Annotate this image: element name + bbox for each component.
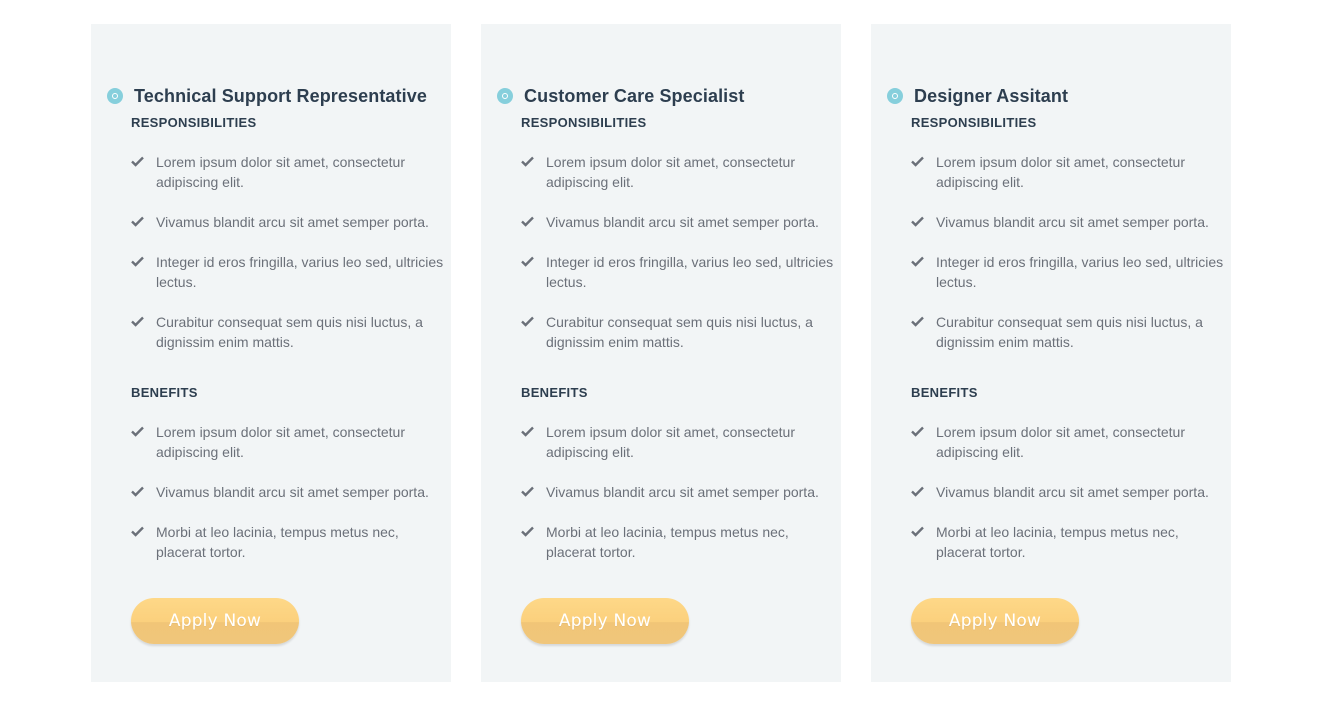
list-item: Integer id eros fringilla, varius leo se… [911, 252, 1229, 292]
apply-now-button[interactable]: Apply Now [911, 598, 1079, 644]
list-item: Curabitur consequat sem quis nisi luctus… [911, 312, 1229, 352]
list-item: Morbi at leo lacinia, tempus metus nec, … [521, 522, 839, 562]
job-listings: Technical Support Representative RESPONS… [0, 0, 1332, 714]
job-card-header: Designer Assitant [887, 84, 1068, 108]
benefits-list: Lorem ipsum dolor sit amet, consectetur … [521, 422, 839, 582]
list-item-text: Morbi at leo lacinia, tempus metus nec, … [156, 524, 399, 560]
job-card: Customer Care Specialist RESPONSIBILITIE… [481, 24, 841, 682]
job-card-header: Technical Support Representative [107, 84, 427, 108]
list-item-text: Vivamus blandit arcu sit amet semper por… [546, 484, 819, 500]
job-title: Customer Care Specialist [524, 85, 745, 106]
list-item: Integer id eros fringilla, varius leo se… [521, 252, 839, 292]
checkmark-icon [131, 426, 144, 437]
responsibilities-heading: RESPONSIBILITIES [521, 115, 647, 130]
checkmark-icon [911, 526, 924, 537]
job-card: Technical Support Representative RESPONS… [91, 24, 451, 682]
job-card-header: Customer Care Specialist [497, 84, 744, 108]
list-item-text: Lorem ipsum dolor sit amet, consectetur … [936, 424, 1185, 460]
circle-bullet-icon [497, 88, 513, 104]
checkmark-icon [911, 426, 924, 437]
list-item: Vivamus blandit arcu sit amet semper por… [911, 212, 1229, 232]
circle-bullet-icon [887, 88, 903, 104]
responsibilities-list: Lorem ipsum dolor sit amet, consectetur … [911, 152, 1229, 372]
benefits-heading: BENEFITS [131, 385, 198, 400]
list-item-text: Lorem ipsum dolor sit amet, consectetur … [936, 154, 1185, 190]
list-item: Lorem ipsum dolor sit amet, consectetur … [521, 152, 839, 192]
list-item-text: Vivamus blandit arcu sit amet semper por… [546, 214, 819, 230]
list-item-text: Vivamus blandit arcu sit amet semper por… [936, 484, 1209, 500]
checkmark-icon [521, 486, 534, 497]
responsibilities-list: Lorem ipsum dolor sit amet, consectetur … [131, 152, 449, 372]
checkmark-icon [911, 156, 924, 167]
responsibilities-heading: RESPONSIBILITIES [911, 115, 1037, 130]
list-item-text: Vivamus blandit arcu sit amet semper por… [156, 484, 429, 500]
list-item: Lorem ipsum dolor sit amet, consectetur … [521, 422, 839, 462]
checkmark-icon [911, 486, 924, 497]
benefits-list: Lorem ipsum dolor sit amet, consectetur … [131, 422, 449, 582]
job-title: Technical Support Representative [134, 85, 427, 106]
list-item: Vivamus blandit arcu sit amet semper por… [911, 482, 1229, 502]
list-item: Curabitur consequat sem quis nisi luctus… [131, 312, 449, 352]
list-item-text: Vivamus blandit arcu sit amet semper por… [936, 214, 1209, 230]
list-item: Vivamus blandit arcu sit amet semper por… [521, 482, 839, 502]
list-item-text: Lorem ipsum dolor sit amet, consectetur … [156, 424, 405, 460]
list-item: Lorem ipsum dolor sit amet, consectetur … [911, 422, 1229, 462]
job-title: Designer Assitant [914, 85, 1069, 106]
list-item: Lorem ipsum dolor sit amet, consectetur … [131, 152, 449, 192]
checkmark-icon [911, 256, 924, 267]
checkmark-icon [131, 156, 144, 167]
checkmark-icon [521, 316, 534, 327]
list-item-text: Integer id eros fringilla, varius leo se… [156, 254, 444, 290]
list-item-text: Morbi at leo lacinia, tempus metus nec, … [936, 524, 1179, 560]
list-item: Vivamus blandit arcu sit amet semper por… [131, 482, 449, 502]
checkmark-icon [131, 316, 144, 327]
checkmark-icon [911, 216, 924, 227]
checkmark-icon [521, 526, 534, 537]
list-item: Morbi at leo lacinia, tempus metus nec, … [131, 522, 449, 562]
checkmark-icon [521, 216, 534, 227]
apply-now-button[interactable]: Apply Now [521, 598, 689, 644]
list-item: Integer id eros fringilla, varius leo se… [131, 252, 449, 292]
checkmark-icon [521, 256, 534, 267]
list-item: Lorem ipsum dolor sit amet, consectetur … [131, 422, 449, 462]
benefits-heading: BENEFITS [521, 385, 588, 400]
list-item-text: Curabitur consequat sem quis nisi luctus… [156, 314, 423, 350]
list-item-text: Curabitur consequat sem quis nisi luctus… [546, 314, 813, 350]
list-item: Morbi at leo lacinia, tempus metus nec, … [911, 522, 1229, 562]
list-item-text: Vivamus blandit arcu sit amet semper por… [156, 214, 429, 230]
checkmark-icon [131, 256, 144, 267]
list-item-text: Integer id eros fringilla, varius leo se… [546, 254, 834, 290]
responsibilities-heading: RESPONSIBILITIES [131, 115, 257, 130]
list-item-text: Integer id eros fringilla, varius leo se… [936, 254, 1224, 290]
checkmark-icon [131, 526, 144, 537]
checkmark-icon [521, 156, 534, 167]
checkmark-icon [911, 316, 924, 327]
benefits-list: Lorem ipsum dolor sit amet, consectetur … [911, 422, 1229, 582]
benefits-heading: BENEFITS [911, 385, 978, 400]
responsibilities-list: Lorem ipsum dolor sit amet, consectetur … [521, 152, 839, 372]
checkmark-icon [131, 216, 144, 227]
checkmark-icon [521, 426, 534, 437]
list-item-text: Curabitur consequat sem quis nisi luctus… [936, 314, 1203, 350]
list-item-text: Lorem ipsum dolor sit amet, consectetur … [546, 424, 795, 460]
list-item: Vivamus blandit arcu sit amet semper por… [521, 212, 839, 232]
list-item: Vivamus blandit arcu sit amet semper por… [131, 212, 449, 232]
list-item-text: Lorem ipsum dolor sit amet, consectetur … [156, 154, 405, 190]
list-item-text: Lorem ipsum dolor sit amet, consectetur … [546, 154, 795, 190]
circle-bullet-icon [107, 88, 123, 104]
list-item-text: Morbi at leo lacinia, tempus metus nec, … [546, 524, 789, 560]
list-item: Curabitur consequat sem quis nisi luctus… [521, 312, 839, 352]
checkmark-icon [131, 486, 144, 497]
list-item: Lorem ipsum dolor sit amet, consectetur … [911, 152, 1229, 192]
apply-now-button[interactable]: Apply Now [131, 598, 299, 644]
job-card: Designer Assitant RESPONSIBILITIES Lorem… [871, 24, 1231, 682]
